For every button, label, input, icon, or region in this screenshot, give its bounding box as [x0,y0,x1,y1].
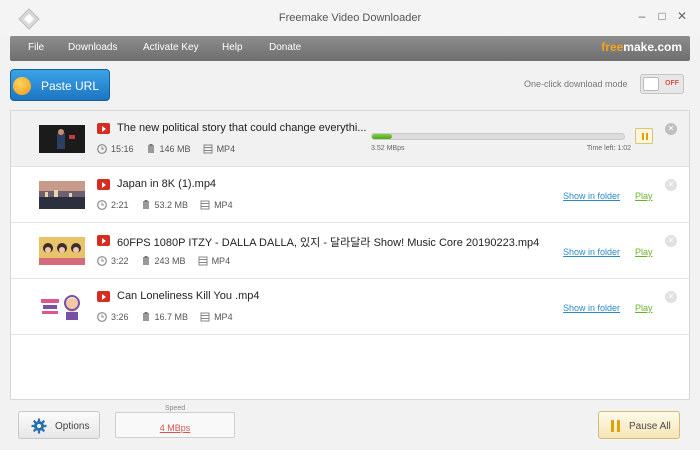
globe-icon [13,77,31,95]
menu-file[interactable]: File [28,42,44,53]
brand-link[interactable]: freemake.com [601,40,682,54]
video-size: 16.7 MB [154,312,189,322]
show-in-folder-link[interactable]: Show in folder [563,247,620,257]
menu-donate[interactable]: Donate [269,42,301,53]
video-format: MP4 [211,256,231,266]
menu-downloads[interactable]: Downloads [68,42,117,53]
video-duration: 15:16 [111,144,134,154]
youtube-icon [97,235,110,246]
file-size-icon [142,200,149,209]
one-click-mode-label: One-click download mode [524,79,628,89]
download-progress-bar [371,133,625,140]
one-click-mode-toggle[interactable]: OFF [640,74,684,94]
remove-download-icon[interactable]: ✕ [665,179,677,191]
play-link[interactable]: Play [635,191,653,201]
film-icon [200,200,210,210]
download-list: The new political story that could chang… [10,110,690,400]
speed-box: 4 MBps [115,412,235,438]
video-thumbnail [39,181,85,209]
speed-caption: Speed [164,405,186,412]
video-title: Can Loneliness Kill You .mp4 [117,290,260,302]
video-size: 146 MB [159,144,191,154]
brand-part-domain: make.com [623,40,682,54]
clock-icon [97,144,107,154]
window-controls: – □ ✕ [634,8,690,24]
video-meta: 15:16 146 MB MP4 [97,144,247,154]
clock-icon [97,256,107,266]
video-title: 60FPS 1080P ITZY - DALLA DALLA, 있지 - 달라달… [117,237,540,249]
options-button[interactable]: Options [18,411,100,439]
video-size: 53.2 MB [154,200,189,210]
menu-bar: File Downloads Activate Key Help Donate … [10,36,690,61]
paste-url-button[interactable]: Paste URL [10,69,110,101]
youtube-icon [97,179,110,190]
menu-help[interactable]: Help [222,42,243,53]
options-label: Options [55,421,90,432]
close-window-button[interactable]: ✕ [674,8,690,24]
play-link[interactable]: Play [635,247,653,257]
file-size-icon [142,256,149,265]
maximize-button[interactable]: □ [654,8,670,24]
film-icon [203,144,213,154]
speed-limit-value[interactable]: 4 MBps [116,423,234,433]
video-thumbnail [39,125,85,153]
progress-fill [372,134,393,139]
paste-url-label: Paste URL [41,79,100,93]
film-icon [198,256,208,266]
file-size-icon [142,312,149,321]
video-duration: 3:22 [111,256,129,266]
play-link[interactable]: Play [635,303,653,313]
menu-activate-key[interactable]: Activate Key [143,42,199,53]
download-row[interactable]: The new political story that could chang… [11,111,689,167]
toggle-knob [643,77,659,91]
download-row[interactable]: 60FPS 1080P ITZY - DALLA DALLA, 있지 - 달라달… [11,223,689,279]
remove-download-icon[interactable]: ✕ [665,235,677,247]
video-format: MP4 [216,144,236,154]
time-left: Time left: 1:02 [586,145,631,152]
video-meta: 3:26 16.7 MB MP4 [97,312,245,322]
toggle-state-label: OFF [665,80,679,87]
video-thumbnail [39,237,85,265]
pause-icon [611,420,621,432]
video-size: 243 MB [154,256,186,266]
download-rate: 3.52 MBps [371,145,405,152]
video-format: MP4 [214,200,233,210]
pause-download-button[interactable] [635,128,653,144]
video-duration: 3:26 [111,312,129,322]
youtube-icon [97,123,110,134]
file-size-icon [147,144,154,153]
brand-part-free: free [601,40,624,54]
video-format: MP4 [214,312,233,322]
video-meta: 2:21 53.2 MB MP4 [97,200,245,210]
video-thumbnail [39,293,85,321]
show-in-folder-link[interactable]: Show in folder [563,303,620,313]
gear-icon [31,418,47,434]
remove-download-icon[interactable]: ✕ [665,123,677,135]
film-icon [200,312,210,322]
minimize-button[interactable]: – [634,8,650,24]
download-row[interactable]: Japan in 8K (1).mp4 2:21 53.2 MB MP4 Sho… [11,167,689,223]
download-row[interactable]: Can Loneliness Kill You .mp4 3:26 16.7 M… [11,279,689,335]
pause-all-button[interactable]: Pause All [598,411,680,439]
video-title: Japan in 8K (1).mp4 [117,178,217,190]
clock-icon [97,200,107,210]
title-bar: Freemake Video Downloader – □ ✕ [0,0,700,36]
pause-all-label: Pause All [629,421,671,432]
youtube-icon [97,291,110,302]
clock-icon [97,312,107,322]
video-duration: 2:21 [111,200,129,210]
window-title: Freemake Video Downloader [278,12,422,24]
remove-download-icon[interactable]: ✕ [665,291,677,303]
video-meta: 3:22 243 MB MP4 [97,256,242,266]
video-title: The new political story that could chang… [117,122,367,134]
show-in-folder-link[interactable]: Show in folder [563,191,620,201]
